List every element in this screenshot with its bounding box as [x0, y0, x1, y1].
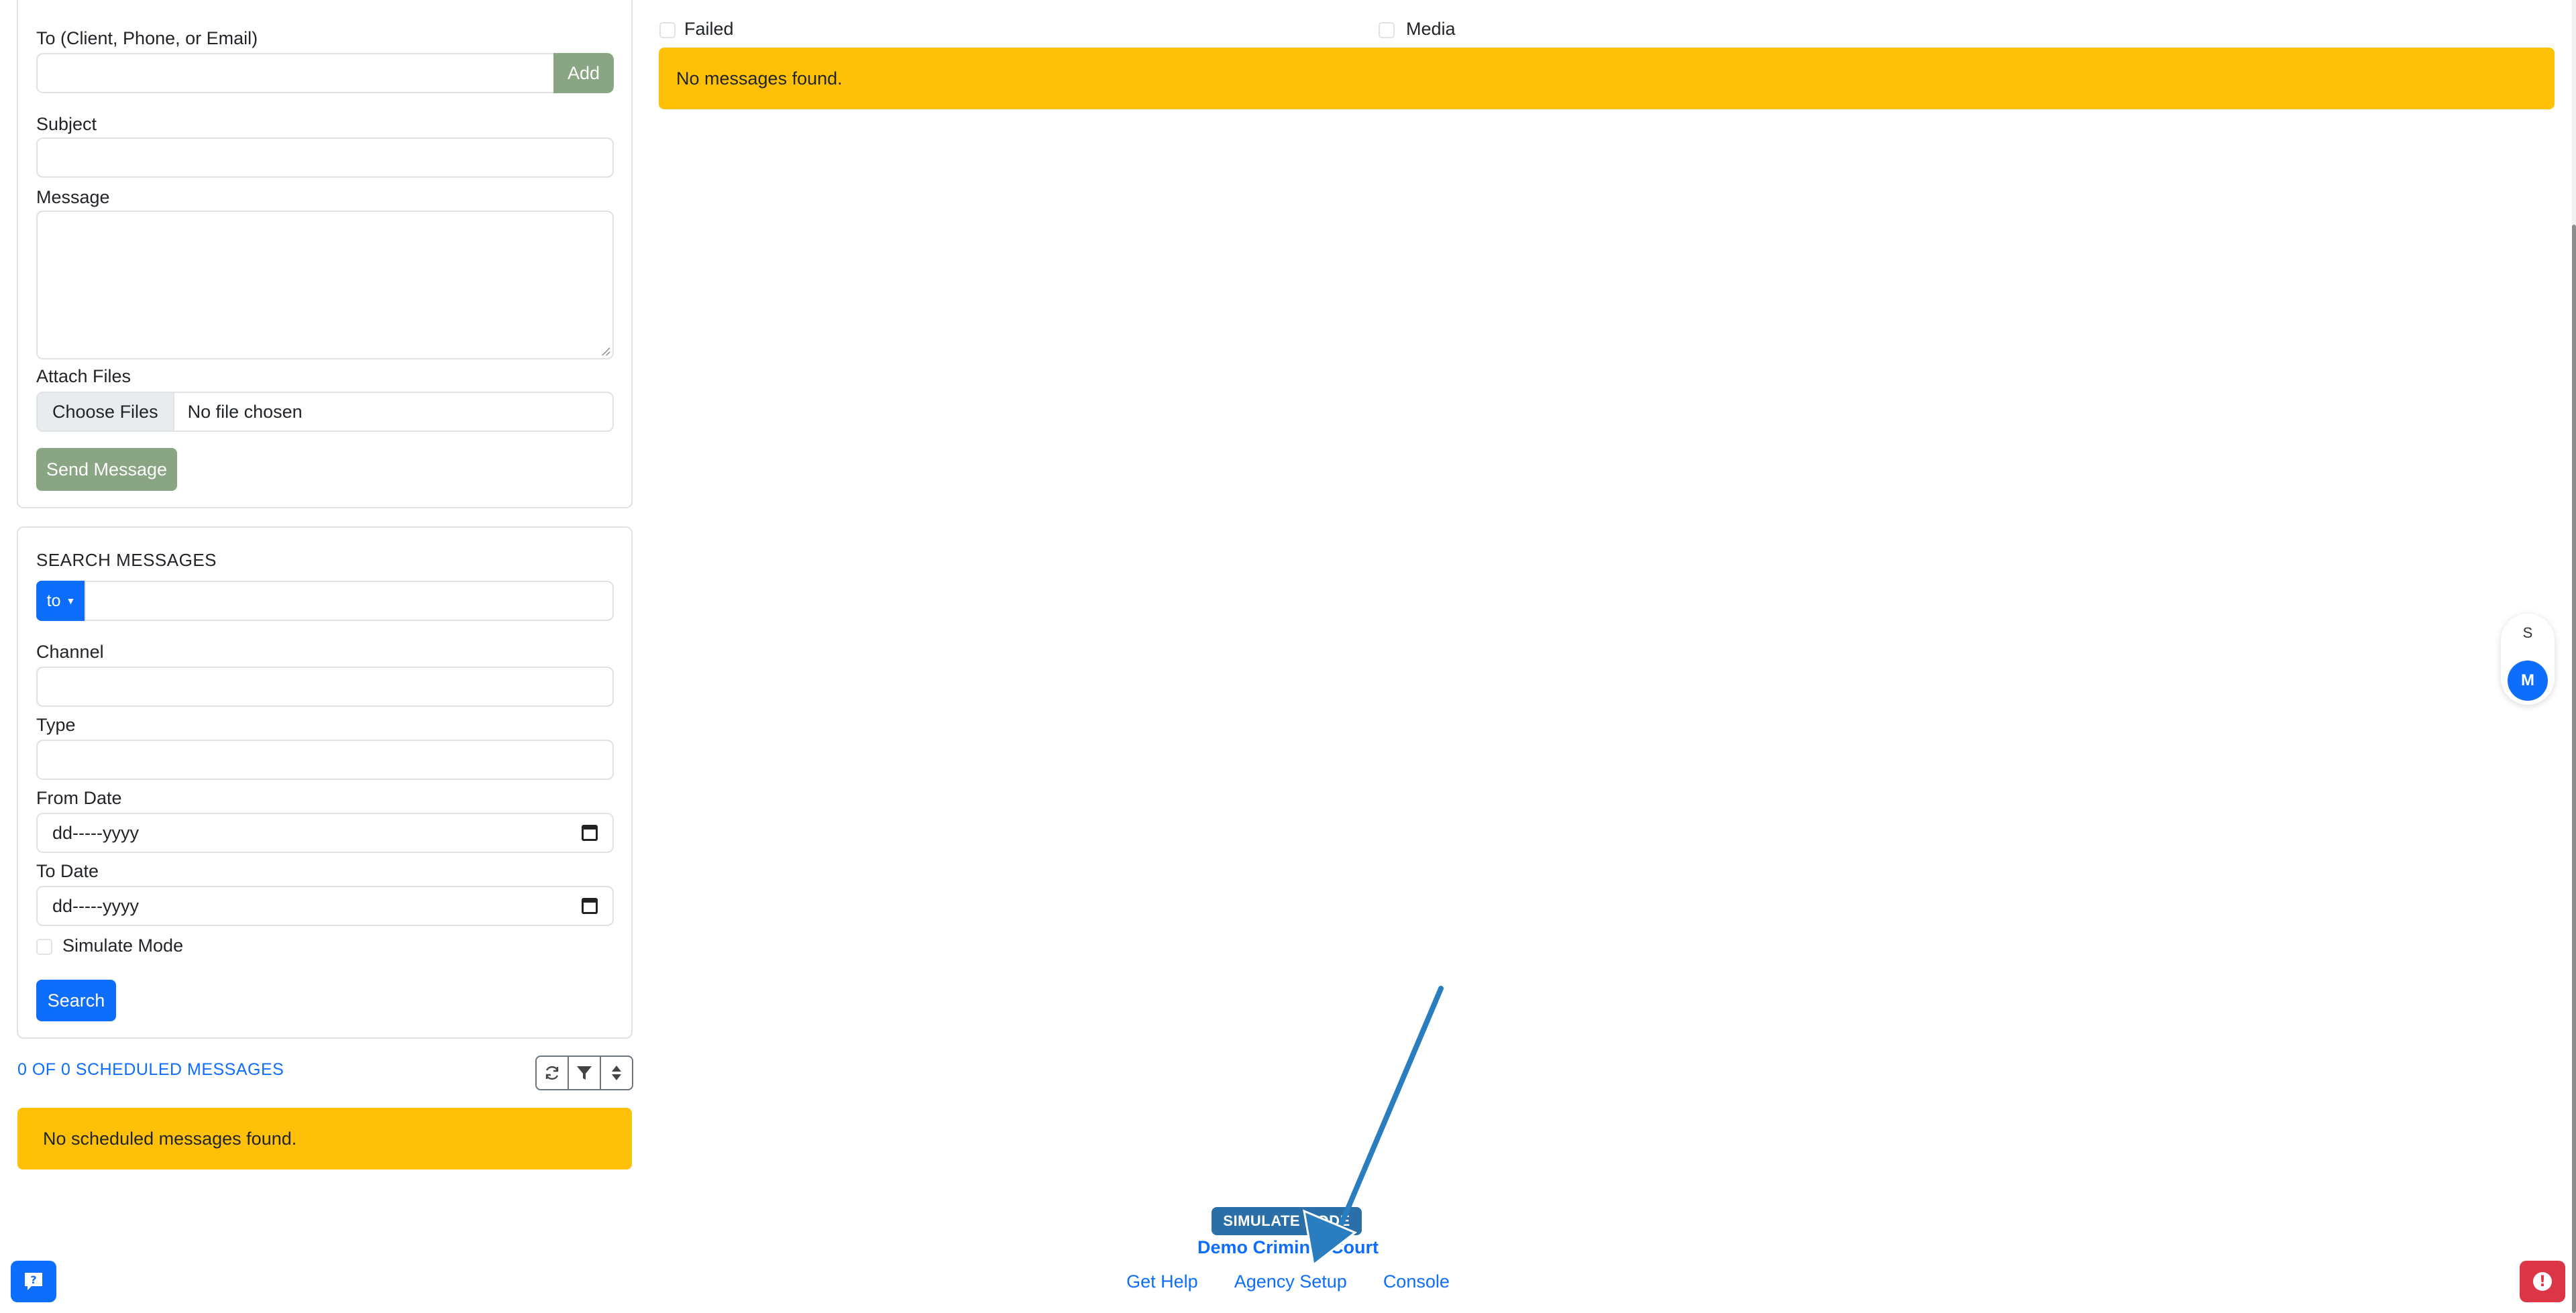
caret-down-icon: ▼	[66, 595, 76, 606]
attach-files-label: Attach Files	[36, 366, 131, 386]
filter-button[interactable]	[568, 1055, 601, 1090]
add-recipient-button[interactable]: Add	[553, 53, 614, 93]
search-messages-title: SEARCH MESSAGES	[36, 550, 217, 570]
attach-files-input[interactable]: Choose Files No file chosen	[36, 392, 614, 432]
to-label: To (Client, Phone, or Email)	[36, 28, 258, 48]
get-help-link[interactable]: Get Help	[1126, 1271, 1198, 1292]
to-date-input[interactable]: dd-----yyyy	[36, 886, 614, 926]
no-file-chosen-text: No file chosen	[187, 401, 303, 422]
subject-label: Subject	[36, 114, 97, 134]
to-date-label: To Date	[36, 861, 99, 881]
alert-icon: !	[2533, 1272, 2552, 1291]
to-date-value: dd-----yyyy	[52, 895, 139, 916]
to-input[interactable]	[36, 53, 555, 93]
channel-label: Channel	[36, 642, 104, 662]
search-to-input[interactable]	[85, 581, 614, 621]
alert-button[interactable]: !	[2520, 1261, 2565, 1302]
page-scrollbar-thumb[interactable]	[2572, 225, 2576, 1313]
refresh-icon	[545, 1066, 559, 1080]
scheduled-messages-link[interactable]: 0 OF 0 SCHEDULED MESSAGES	[17, 1060, 284, 1080]
message-textarea[interactable]	[36, 211, 614, 359]
failed-label: Failed	[684, 19, 734, 39]
to-dropdown-label: to	[46, 591, 61, 610]
failed-checkbox[interactable]	[659, 22, 676, 38]
media-label: Media	[1406, 19, 1456, 39]
to-dropdown-button[interactable]: to ▼	[36, 581, 86, 621]
simulate-mode-badge: SIMULATE MODE	[1212, 1207, 1362, 1235]
sort-icon	[612, 1066, 621, 1080]
no-messages-alert: No messages found.	[659, 48, 2555, 109]
send-message-button[interactable]: Send Message	[36, 448, 177, 491]
choose-files-button[interactable]: Choose Files	[38, 393, 174, 431]
from-date-input[interactable]: dd-----yyyy	[36, 813, 614, 853]
svg-text:?: ?	[30, 1273, 36, 1286]
side-switcher: S M	[2501, 614, 2555, 705]
message-label: Message	[36, 187, 110, 207]
filter-icon	[577, 1066, 592, 1080]
footer-links: Get Help Agency Setup Console	[1100, 1271, 1476, 1292]
from-date-value: dd-----yyyy	[52, 822, 139, 843]
channel-select[interactable]	[36, 667, 614, 707]
help-chat-button[interactable]: ?	[11, 1261, 56, 1302]
scheduled-toolbar	[535, 1055, 633, 1090]
agency-name-link[interactable]: Demo Criminal Court	[1100, 1237, 1476, 1258]
no-scheduled-messages-alert: No scheduled messages found.	[17, 1108, 632, 1169]
type-select[interactable]	[36, 740, 614, 780]
calendar-icon[interactable]	[582, 898, 598, 914]
refresh-button[interactable]	[535, 1055, 569, 1090]
type-label: Type	[36, 715, 76, 735]
help-chat-icon: ?	[25, 1273, 42, 1290]
simulate-mode-checkbox[interactable]	[36, 939, 52, 955]
search-button[interactable]: Search	[36, 980, 116, 1021]
simulate-mode-label: Simulate Mode	[62, 935, 184, 956]
subject-input[interactable]	[36, 137, 614, 178]
messages-page: To (Client, Phone, or Email) Add Subject…	[0, 0, 2576, 1313]
from-date-label: From Date	[36, 788, 122, 808]
calendar-icon[interactable]	[582, 825, 598, 841]
switch-s-button[interactable]: S	[2501, 624, 2555, 642]
media-checkbox[interactable]	[1379, 22, 1395, 38]
resize-grip-icon[interactable]	[602, 347, 610, 355]
sort-button[interactable]	[600, 1055, 633, 1090]
switch-m-button[interactable]: M	[2508, 661, 2548, 701]
console-link[interactable]: Console	[1383, 1271, 1450, 1292]
agency-setup-link[interactable]: Agency Setup	[1234, 1271, 1347, 1292]
